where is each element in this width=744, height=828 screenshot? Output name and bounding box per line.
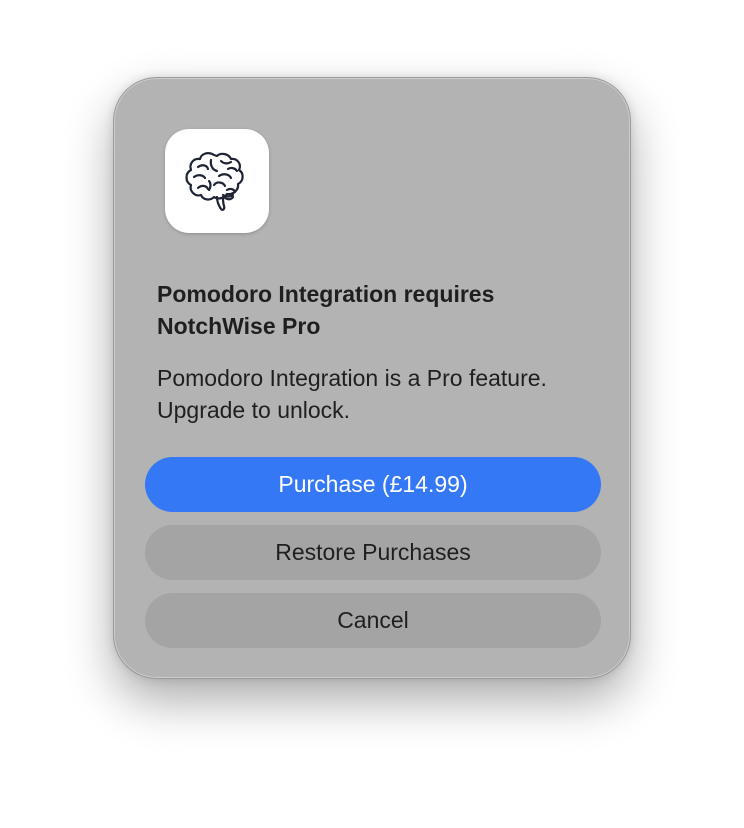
dialog-title: Pomodoro Integration requires NotchWise …	[157, 281, 495, 339]
cancel-button[interactable]: Cancel	[145, 593, 601, 648]
dialog-message: Pomodoro Integration is a Pro feature. U…	[157, 365, 547, 423]
brain-icon	[185, 152, 244, 211]
upgrade-dialog: Pomodoro Integration requires NotchWise …	[113, 77, 631, 679]
restore-purchases-button[interactable]: Restore Purchases	[145, 525, 601, 580]
purchase-button[interactable]: Purchase (£14.99)	[145, 457, 601, 512]
app-icon	[165, 129, 269, 233]
